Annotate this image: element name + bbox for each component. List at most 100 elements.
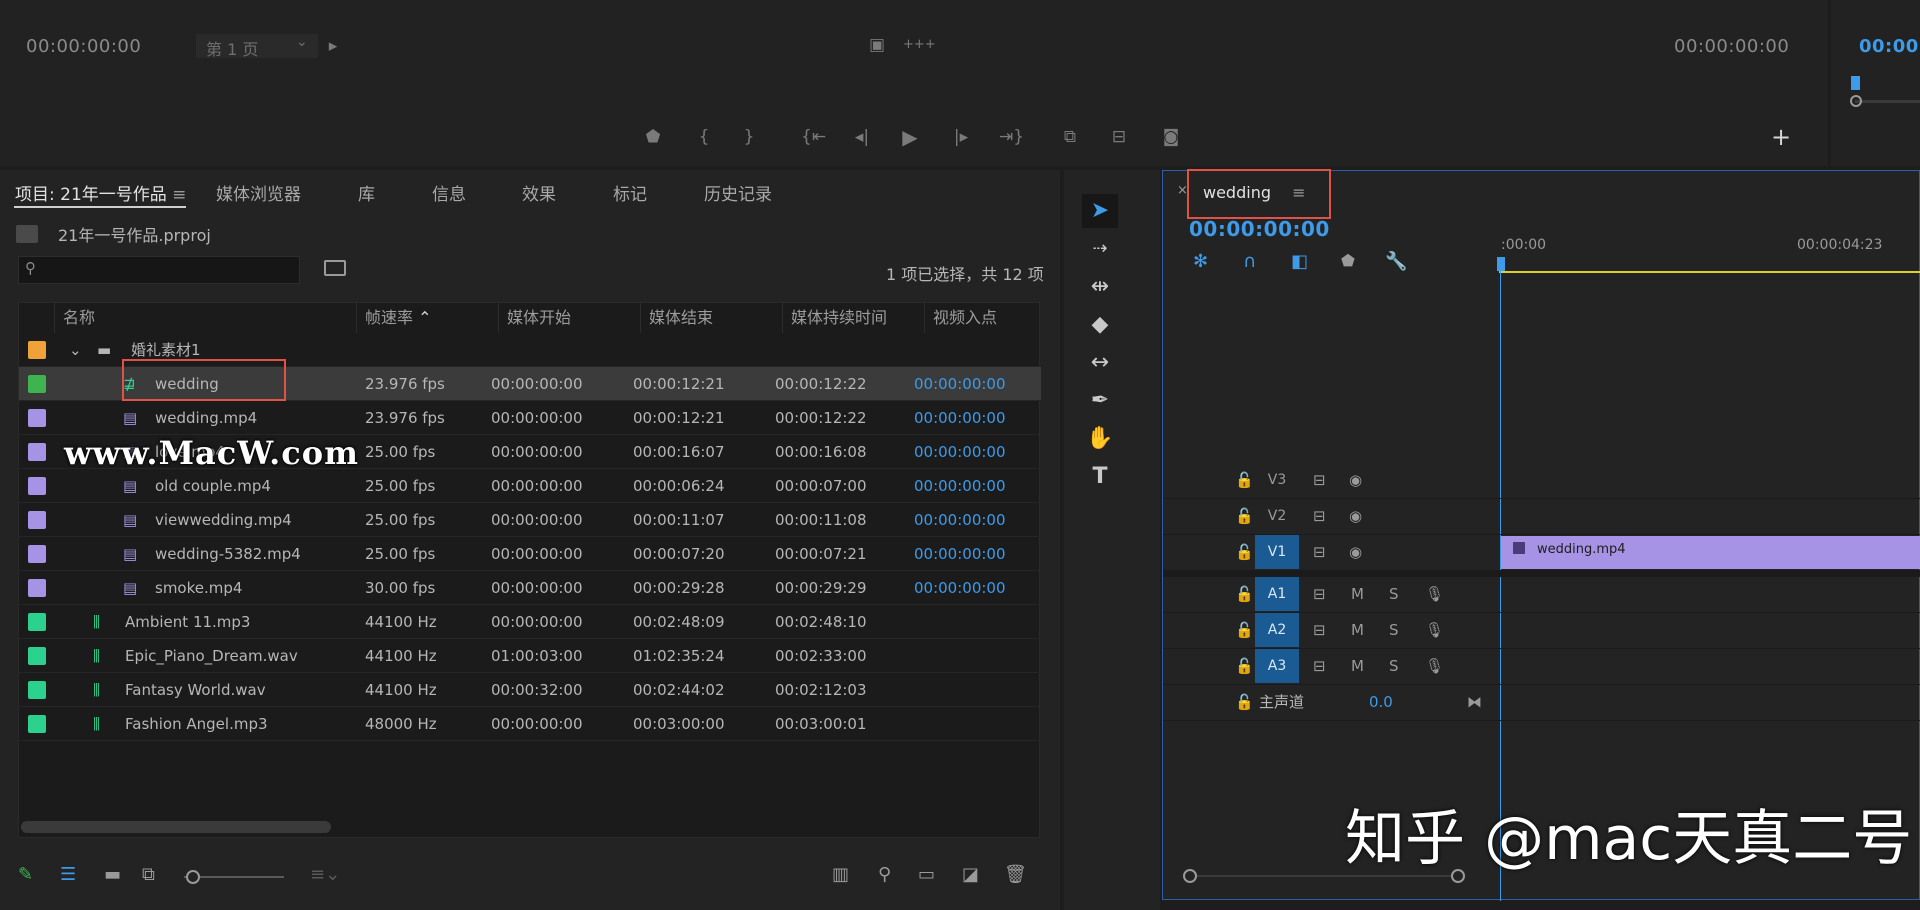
zoom-handle[interactable] (1850, 95, 1862, 107)
sync-lock-icon[interactable]: ⊟ (1313, 649, 1326, 683)
microphone-icon[interactable]: 🎙 (1425, 649, 1444, 683)
sync-lock-icon[interactable]: ⊟ (1313, 499, 1326, 533)
go-to-end-icon[interactable]: ⧓ (1467, 685, 1482, 719)
label-color[interactable] (28, 375, 46, 393)
eye-icon[interactable]: ◉ (1349, 499, 1362, 533)
lock-icon[interactable]: 🔓 (1235, 499, 1254, 533)
video-in-point[interactable]: 00:00:00:00 (914, 367, 1006, 401)
video-in-point[interactable]: 00:00:00:00 (914, 401, 1006, 435)
header-media-end[interactable]: 媒体结束 (641, 303, 783, 333)
go-to-in-icon[interactable]: {⇤ (801, 126, 826, 148)
label-color[interactable] (28, 511, 46, 529)
label-color[interactable] (28, 443, 46, 461)
tab-info[interactable]: 信息 (432, 180, 466, 205)
sync-lock-icon[interactable]: ⊟ (1313, 535, 1326, 569)
zoom-scrollbar[interactable] (1855, 100, 1920, 103)
playhead-marker[interactable] (1851, 76, 1860, 90)
table-row[interactable]: ⫼ Epic_Piano_Dream.wav 44100 Hz 01:00:03:00… (19, 639, 1041, 673)
freeform-view-icon[interactable]: ⧉ (142, 864, 155, 885)
horizontal-scrollbar[interactable] (21, 821, 331, 833)
mute-button[interactable]: M (1351, 613, 1364, 647)
add-marker-icon[interactable]: ⬟ (1341, 251, 1355, 270)
tab-history[interactable]: 历史记录 (704, 180, 772, 205)
nest-icon[interactable]: ✻ (1193, 251, 1208, 272)
table-row[interactable]: ⫼ Fashion Angel.mp3 48000 Hz 00:00:00:00 00:… (19, 707, 1041, 741)
insert-icon[interactable]: ⧉ (1059, 126, 1081, 148)
tab-effects[interactable]: 效果 (522, 180, 556, 205)
step-back-icon[interactable]: ◂| (851, 126, 873, 148)
eye-icon[interactable]: ◉ (1349, 535, 1362, 569)
snap-icon[interactable]: ∩ (1243, 251, 1256, 272)
label-color[interactable] (28, 715, 46, 733)
mark-out-icon[interactable]: } (738, 126, 760, 148)
mute-button[interactable]: M (1351, 577, 1364, 611)
new-bin-icon[interactable]: ▭ (918, 864, 935, 885)
selection-tool-icon[interactable]: ➤ (1082, 194, 1118, 228)
program-timecode[interactable]: 00:00:0 (1859, 36, 1920, 57)
table-row[interactable]: ▤ viewwedding.mp4 25.00 fps 00:00:00:00 00:0… (19, 503, 1041, 537)
solo-button[interactable]: S (1389, 577, 1399, 611)
play-triangle-icon[interactable]: ▸ (322, 35, 344, 57)
label-color[interactable] (28, 341, 46, 359)
table-row[interactable]: ▤ wedding.mp4 23.976 fps 00:00:00:00 00:00:1… (19, 401, 1041, 435)
track-a1-label[interactable]: A1 (1255, 577, 1299, 611)
table-row[interactable]: ▤ old couple.mp4 25.00 fps 00:00:00:00 00:00… (19, 469, 1041, 503)
timeline-timecode[interactable]: 00:00:00:00 (1189, 217, 1330, 241)
mark-in-icon[interactable]: { (693, 126, 715, 148)
pencil-icon[interactable]: ✎ (18, 864, 33, 885)
table-row[interactable]: ⫼ Fantasy World.wav 44100 Hz 00:00:32:00 00:… (19, 673, 1041, 707)
table-row[interactable]: ▤ wedding-5382.mp4 25.00 fps 00:00:00:00 00:… (19, 537, 1041, 571)
video-in-point[interactable]: 00:00:00:00 (914, 469, 1006, 503)
lock-icon[interactable]: 🔓 (1235, 613, 1254, 647)
disclosure-chevron-icon[interactable]: ⌄ (69, 333, 82, 367)
label-color[interactable] (28, 477, 46, 495)
track-v2-label[interactable]: V2 (1255, 499, 1299, 533)
tab-markers[interactable]: 标记 (613, 180, 647, 205)
solo-button[interactable]: S (1389, 649, 1399, 683)
track-a3-label[interactable]: A3 (1255, 649, 1299, 683)
waveform-icon[interactable]: +++ (903, 34, 936, 56)
mute-button[interactable]: M (1351, 649, 1364, 683)
new-item-icon[interactable]: ◪ (962, 864, 979, 885)
sync-lock-icon[interactable]: ⊟ (1313, 613, 1326, 647)
sync-lock-icon[interactable]: ⊟ (1313, 577, 1326, 611)
microphone-icon[interactable]: 🎙 (1425, 613, 1444, 647)
playhead-handle[interactable] (1497, 257, 1505, 271)
tab-libraries[interactable]: 库 (358, 180, 375, 205)
zoom-slider-handle[interactable] (186, 870, 200, 884)
marker-icon[interactable]: ⬟ (642, 126, 664, 148)
ripple-edit-tool-icon[interactable]: ⇹ (1082, 270, 1118, 304)
hand-tool-icon[interactable]: ✋ (1082, 422, 1118, 456)
step-forward-icon[interactable]: |▸ (950, 126, 972, 148)
label-color[interactable] (28, 545, 46, 563)
go-to-out-icon[interactable]: ⇥} (999, 126, 1024, 148)
export-frame-icon[interactable]: ◙ (1160, 126, 1182, 148)
safe-margins-icon[interactable]: ▣ (866, 34, 888, 56)
video-in-point[interactable]: 00:00:00:00 (914, 435, 1006, 469)
work-area-bar[interactable] (1499, 271, 1920, 273)
timeline-zoom-handle-left[interactable] (1183, 869, 1197, 883)
track-v3-label[interactable]: V3 (1255, 463, 1299, 497)
page-select[interactable]: 第 1 页 ⌄ (196, 34, 318, 59)
header-media-duration[interactable]: 媒体持续时间 (783, 303, 925, 333)
list-view-icon[interactable]: ☰ (60, 864, 76, 885)
source-timecode[interactable]: 00:00:00:00 (26, 36, 141, 57)
header-frame-rate[interactable]: 帧速率 ⌃ (357, 303, 499, 333)
automate-icon[interactable]: ▥ (832, 864, 849, 885)
play-icon[interactable]: ▶ (899, 126, 921, 148)
pen-tool-icon[interactable]: ✒ (1082, 384, 1118, 418)
label-color[interactable] (28, 613, 46, 631)
clip-wedding-mp4[interactable]: wedding.mp4 (1501, 536, 1920, 569)
sort-icon[interactable]: ≡⌄ (310, 864, 340, 885)
lock-icon[interactable]: 🔓 (1235, 463, 1254, 497)
label-color[interactable] (28, 409, 46, 427)
slip-tool-icon[interactable]: ↔ (1082, 346, 1118, 380)
icon-view-icon[interactable]: ▬ (104, 864, 121, 885)
lock-icon[interactable]: 🔓 (1235, 535, 1254, 569)
header-media-start[interactable]: 媒体开始 (499, 303, 641, 333)
lock-icon[interactable]: 🔓 (1235, 577, 1254, 611)
table-row[interactable]: ⫼ Ambient 11.mp3 44100 Hz 00:00:00:00 00:02:… (19, 605, 1041, 639)
trash-icon[interactable]: 🗑 (1004, 864, 1027, 885)
wrench-icon[interactable]: 🔧 (1385, 251, 1407, 272)
eye-icon[interactable]: ◉ (1349, 463, 1362, 497)
